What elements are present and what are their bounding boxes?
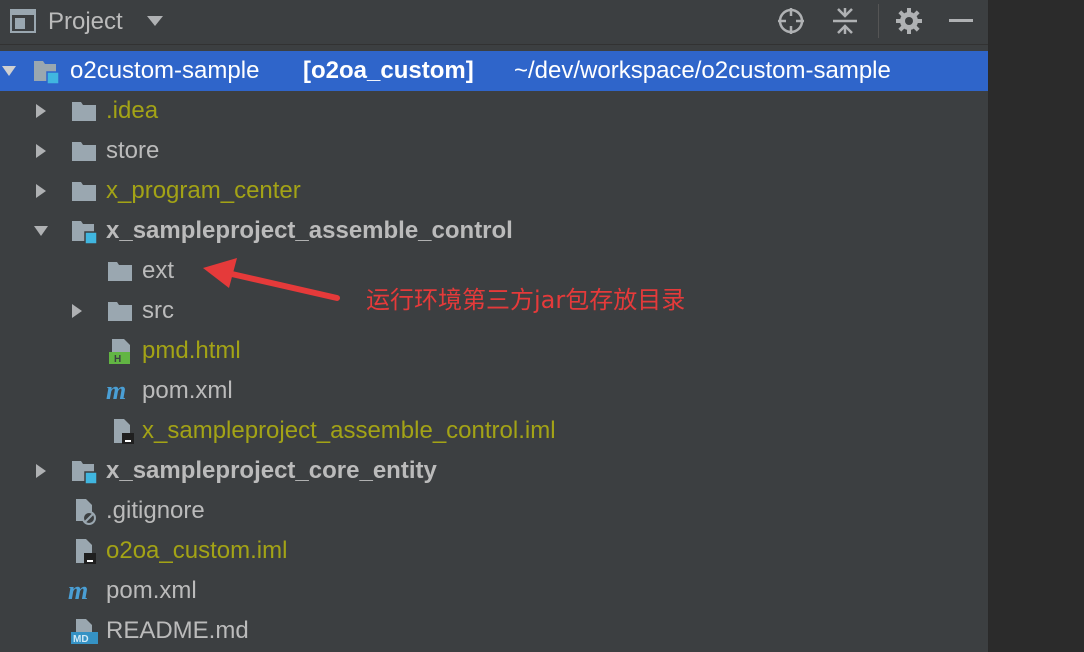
- iml-file-icon: [76, 539, 96, 564]
- locate-icon[interactable]: [776, 6, 806, 36]
- tree-item-label: x_sampleproject_assemble_control.iml: [142, 417, 556, 444]
- collapse-arrow-icon[interactable]: [32, 462, 50, 480]
- project-panel: Project o2custom-sample [o2oa_custom] ~/…: [0, 0, 988, 652]
- tree-item-label: README.md: [106, 617, 249, 644]
- module-folder-icon: [72, 221, 98, 245]
- project-view-icon[interactable]: [10, 9, 36, 33]
- folder-icon: [72, 142, 96, 161]
- folder-icon: [108, 302, 132, 321]
- gear-icon[interactable]: [894, 6, 924, 36]
- tree-row[interactable]: x_sampleproject_core_entity: [0, 451, 988, 491]
- tree-row[interactable]: MD README.md: [0, 611, 988, 651]
- folder-icon: [108, 262, 132, 281]
- dropdown-caret-icon[interactable]: [146, 15, 164, 27]
- editor-area: [988, 0, 1084, 652]
- svg-text:H: H: [114, 354, 121, 365]
- tree-row[interactable]: store: [0, 131, 988, 171]
- folder-icon: [72, 182, 96, 201]
- tree-item-label: x_sampleproject_assemble_control: [106, 217, 513, 244]
- tree-row[interactable]: o2oa_custom.iml: [0, 531, 988, 571]
- tree-row[interactable]: Hpmd.html: [0, 331, 988, 371]
- tree-item-label: .idea: [106, 97, 159, 124]
- tree-row[interactable]: .idea: [0, 91, 988, 131]
- root-module-name: [o2oa_custom]: [303, 57, 474, 84]
- tree-item-label: store: [106, 137, 160, 164]
- root-project-name: o2custom-sample: [70, 57, 260, 84]
- svg-text:m: m: [68, 577, 88, 605]
- module-folder-icon: [34, 61, 60, 85]
- tree-root-row[interactable]: o2custom-sample [o2oa_custom] ~/dev/work…: [0, 51, 988, 91]
- tree-row[interactable]: m pom.xml: [0, 571, 988, 611]
- tree-item-label: .gitignore: [106, 497, 205, 524]
- project-toolbar: Project: [0, 0, 988, 45]
- maven-icon: m: [68, 577, 88, 605]
- annotation-text: 运行环境第三方jar包存放目录: [366, 286, 686, 314]
- annotation-arrow: [203, 258, 340, 301]
- tree-item-label: src: [142, 297, 174, 324]
- tree-row[interactable]: x_sampleproject_assemble_control: [0, 211, 988, 251]
- module-folder-icon: [72, 461, 98, 485]
- tree-item-label: x_program_center: [106, 177, 301, 204]
- iml-file-icon: [114, 419, 134, 444]
- tree-row[interactable]: m pom.xml: [0, 371, 988, 411]
- root-project-path: ~/dev/workspace/o2custom-sample: [514, 57, 891, 84]
- expand-arrow-icon[interactable]: [32, 222, 50, 240]
- tree-item-label: pom.xml: [106, 577, 197, 604]
- collapse-arrow-icon[interactable]: [32, 182, 50, 200]
- tree-item-label: pom.xml: [142, 377, 233, 404]
- svg-text:m: m: [106, 377, 126, 405]
- tree-item-label: ext: [142, 257, 175, 284]
- folder-icon: [72, 102, 96, 121]
- collapse-arrow-icon[interactable]: [32, 102, 50, 120]
- tree-item-label: x_sampleproject_core_entity: [106, 457, 437, 484]
- ignored-file-icon: [76, 499, 96, 525]
- collapse-arrow-icon[interactable]: [68, 302, 86, 320]
- tree-row[interactable]: x_program_center: [0, 171, 988, 211]
- tree-row[interactable]: x_sampleproject_assemble_control.iml: [0, 411, 988, 451]
- tree-row[interactable]: .gitignore: [0, 491, 988, 531]
- tree-item-label: pmd.html: [142, 337, 241, 364]
- collapse-all-icon[interactable]: [830, 6, 860, 36]
- hide-icon[interactable]: [946, 6, 976, 36]
- collapse-arrow-icon[interactable]: [32, 142, 50, 160]
- tree-item-label: o2oa_custom.iml: [106, 537, 288, 564]
- maven-icon: m: [106, 377, 126, 405]
- svg-text:MD: MD: [73, 634, 89, 645]
- toolbar-separator: [878, 4, 879, 38]
- project-view-title[interactable]: Project: [48, 7, 123, 37]
- markdown-file-icon: MD: [71, 619, 98, 645]
- html-file-icon: H: [109, 339, 130, 365]
- expand-arrow-icon[interactable]: [0, 62, 18, 80]
